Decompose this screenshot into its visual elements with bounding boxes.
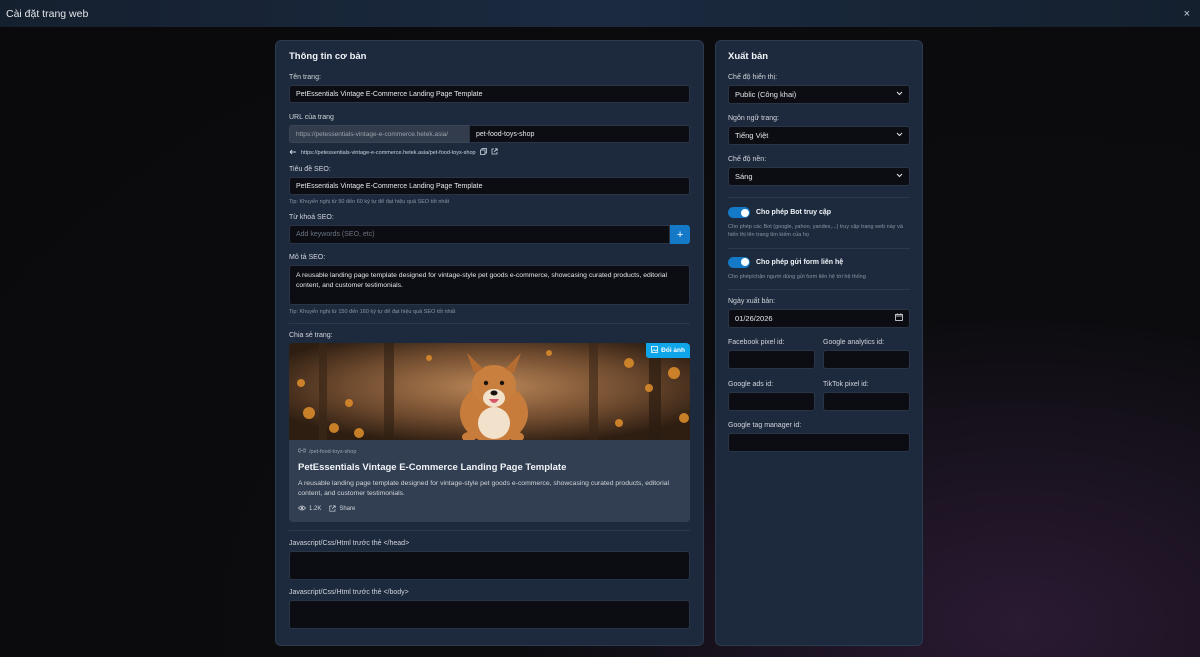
theme-label: Chế độ nền: [728, 156, 767, 163]
publish-date-label: Ngày xuất bản: [728, 297, 776, 305]
body-code-label: Javascript/Css/Html trước thẻ </body> [289, 588, 409, 596]
seo-desc-textarea[interactable]: A reusable landing page template designe… [289, 265, 690, 305]
bot-access-toggle[interactable] [728, 207, 750, 218]
visibility-select[interactable]: Public (Công khai) [728, 85, 910, 104]
link-icon [289, 149, 297, 157]
gtm-input[interactable] [728, 432, 910, 452]
chevron-down-icon [896, 91, 903, 98]
tiktok-pixel-input[interactable] [823, 391, 910, 411]
bot-toggle-row: Cho phép Bot truy cập [728, 207, 910, 218]
url-preview: https://petessentials-vintage-e-commerce… [289, 148, 690, 157]
copy-icon[interactable] [479, 148, 487, 157]
publish-date-value: 01/26/2026 [735, 313, 773, 323]
url-field: https://petessentials-vintage-e-commerce… [289, 125, 690, 143]
theme-select[interactable]: Sáng [728, 167, 910, 186]
facebook-pixel-label: Facebook pixel id: [728, 338, 785, 346]
share-preview-image: Đổi ảnh [289, 343, 690, 440]
bot-toggle-label: Cho phép Bot truy cập [756, 209, 832, 216]
share-path: /pet-food-toys-shop [297, 448, 681, 455]
divider [728, 197, 910, 198]
theme-value: Sáng [735, 172, 753, 181]
share-preview-card: Đổi ảnh /pet-food-toys-shop PetEssential… [289, 343, 690, 522]
language-value: Tiếng Việt [735, 131, 769, 140]
tracking-ids-grid: Facebook pixel id: Google analytics id: … [728, 339, 910, 411]
chevron-down-icon [896, 132, 903, 139]
publish-panel: Xuất bản Chế độ hiển thị: Public (Công k… [715, 40, 923, 646]
calendar-icon[interactable] [895, 313, 903, 323]
publish-heading: Xuất bản [728, 51, 769, 62]
google-ads-input[interactable] [728, 391, 815, 411]
divider [289, 529, 690, 531]
share-path-text: /pet-food-toys-shop [309, 448, 357, 455]
facebook-pixel-group: Facebook pixel id: [728, 339, 815, 369]
head-code-textarea[interactable] [289, 550, 690, 580]
window-titlebar: Cài đặt trang web × [0, 0, 1200, 27]
divider [728, 288, 910, 290]
url-prefix: https://petessentials-vintage-e-commerce… [289, 125, 469, 143]
share-action[interactable]: Share [329, 505, 355, 514]
seo-desc-label: Mô tả SEO: [289, 254, 326, 261]
share-preview-body: /pet-food-toys-shop PetEssentials Vintag… [289, 440, 690, 522]
window-title: Cài đặt trang web [6, 7, 89, 20]
google-analytics-group: Google analytics id: [823, 339, 910, 369]
share-description: A reusable landing page template designe… [298, 480, 670, 497]
bot-toggle-desc: Cho phép các Bot (google, yahoo, yandex,… [728, 224, 903, 239]
external-link-icon[interactable] [491, 148, 498, 157]
share-text: Share [339, 506, 356, 513]
share-icon [329, 505, 336, 514]
head-code-label: Javascript/Css/Html trước thẻ </head> [289, 539, 410, 547]
visibility-label: Chế độ hiển thị: [728, 74, 778, 81]
tiktok-pixel-label: TikTok pixel id: [823, 380, 869, 388]
form-toggle-row: Cho phép gửi form liên hệ [728, 256, 910, 268]
seo-keywords-input[interactable]: Add keywords (SEO, etc) [289, 225, 671, 244]
visibility-value: Public (Công khai) [735, 90, 797, 99]
language-label: Ngôn ngữ trang: [728, 115, 779, 122]
close-icon[interactable]: × [1184, 8, 1190, 20]
url-full-text: https://petessentials-vintage-e-commerce… [301, 149, 476, 156]
form-toggle-label: Cho phép gửi form liên hệ [756, 258, 844, 266]
tiktok-pixel-group: TikTok pixel id: [823, 381, 910, 411]
seo-desc-tip: Tip: Khuyến nghị từ 150 đến 160 ký tự để… [289, 309, 456, 315]
gtm-label: Google tag manager id: [728, 421, 802, 429]
share-meta: 1.2K Share [298, 505, 681, 514]
eye-icon [298, 505, 306, 513]
chevron-down-icon [896, 173, 903, 180]
divider [728, 247, 910, 249]
form-toggle-desc: Cho phép/chặn người dùng gửi form liên h… [728, 273, 866, 280]
basic-info-heading: Thông tin cơ bản [289, 51, 367, 62]
page-name-label: Tên trang: [289, 74, 321, 81]
url-slug-input[interactable]: pet-food-toys-shop [469, 125, 690, 143]
google-analytics-label: Google analytics id: [823, 338, 885, 346]
google-analytics-input[interactable] [823, 349, 910, 369]
seo-title-input[interactable]: PetEssentials Vintage E-Commerce Landing… [289, 177, 690, 195]
add-keyword-button[interactable]: + [670, 225, 690, 244]
link-icon [297, 448, 307, 455]
body-code-textarea[interactable] [289, 599, 690, 629]
facebook-pixel-input[interactable] [728, 349, 815, 369]
change-image-label: Đổi ảnh [661, 347, 685, 354]
views-text: 1.2K [309, 506, 322, 513]
url-label: URL của trang [289, 114, 334, 121]
google-ads-label: Google ads id: [728, 380, 774, 388]
change-image-button[interactable]: Đổi ảnh [646, 343, 690, 358]
seo-title-tip: Tip: Khuyến nghị từ 50 đến 60 ký tự để đ… [289, 199, 450, 205]
share-label: Chia sẻ trang: [289, 332, 333, 339]
seo-keywords-label: Từ khoá SEO: [289, 214, 334, 221]
language-select[interactable]: Tiếng Việt [728, 126, 910, 145]
divider [289, 323, 690, 324]
share-title: PetEssentials Vintage E-Commerce Landing… [298, 462, 567, 473]
page-name-input[interactable]: PetEssentials Vintage E-Commerce Landing… [289, 85, 690, 103]
image-icon [651, 346, 659, 355]
google-ads-group: Google ads id: [728, 381, 815, 411]
seo-title-label: Tiêu đề SEO: [289, 166, 331, 173]
views-count: 1.2K [298, 505, 321, 513]
seo-keywords-row: Add keywords (SEO, etc) + [289, 225, 690, 244]
contact-form-toggle[interactable] [728, 256, 750, 268]
basic-info-panel: Thông tin cơ bản Tên trang: PetEssential… [275, 40, 704, 646]
publish-date-input[interactable]: 01/26/2026 [728, 308, 910, 328]
